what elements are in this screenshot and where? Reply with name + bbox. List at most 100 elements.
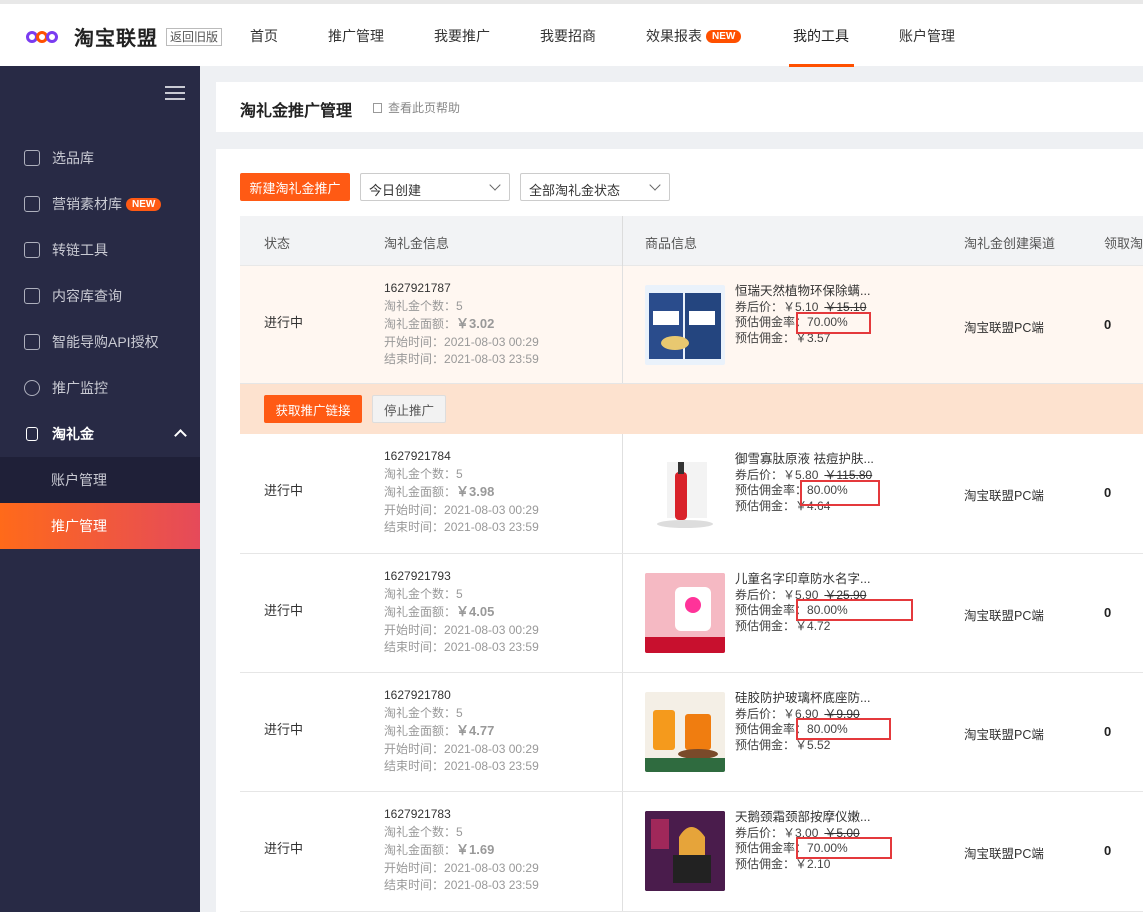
link-icon bbox=[24, 242, 40, 258]
goods-title[interactable]: 御雪寡肽原液 祛痘护肤... bbox=[735, 452, 875, 468]
gift-count: 5 bbox=[456, 586, 463, 601]
table-header: 状态 淘礼金信息 商品信息 淘礼金创建渠道 领取淘 bbox=[240, 216, 1143, 266]
date-filter-select[interactable]: 今日创建 bbox=[360, 173, 510, 201]
nav-merchant-recruit[interactable]: 我要招商 bbox=[540, 26, 596, 46]
sidebar-item-monitor[interactable]: 推广监控 bbox=[0, 365, 200, 411]
goods-title[interactable]: 天鹅颈霜颈部按摩仪嫩... bbox=[735, 810, 875, 826]
end-time-line: 结束时间：2021-08-03 23:59 bbox=[384, 877, 539, 895]
start-time-line: 开始时间：2021-08-03 00:29 bbox=[384, 860, 539, 878]
end-time-label: 结束时间： bbox=[384, 878, 445, 892]
sidebar-subitem-label: 推广管理 bbox=[51, 518, 107, 534]
column-divider bbox=[622, 554, 623, 672]
nav-home[interactable]: 首页 bbox=[250, 26, 278, 46]
column-divider bbox=[622, 216, 623, 266]
channel-text: 淘宝联盟PC端 bbox=[964, 847, 1044, 861]
sidebar: 选品库 营销素材库 NEW 转链工具 内容库查询 智能导购API授权 推广监控 淘… bbox=[0, 66, 200, 912]
gift-count: 5 bbox=[456, 824, 463, 839]
gift-count-line: 淘礼金个数：5 bbox=[384, 466, 539, 484]
table-row: 进行中 1627921793 淘礼金个数：5 淘礼金面额：￥4.05 开始时间：… bbox=[240, 554, 1143, 673]
start-time: 2021-08-03 00:29 bbox=[444, 502, 539, 517]
column-header-claimed: 领取淘 bbox=[1104, 236, 1143, 251]
gift-face-line: 淘礼金面额：￥4.77 bbox=[384, 722, 539, 741]
gift-info: 1627921783 淘礼金个数：5 淘礼金面额：￥1.69 开始时间：2021… bbox=[384, 806, 539, 895]
coupon-price-label: 券后价： bbox=[735, 825, 784, 840]
nav-promote[interactable]: 我要推广 bbox=[434, 26, 490, 46]
nav-account[interactable]: 账户管理 bbox=[899, 26, 955, 46]
end-time-line: 结束时间：2021-08-03 23:59 bbox=[384, 758, 539, 776]
get-promo-link-button[interactable]: 获取推广链接 bbox=[264, 395, 362, 423]
gift-face-value: ￥3.02 bbox=[456, 316, 495, 331]
nav-reports-label: 效果报表 bbox=[646, 28, 702, 44]
start-time-label: 开始时间： bbox=[384, 860, 445, 875]
goods-title[interactable]: 恒瑞天然植物环保除螨... bbox=[735, 284, 875, 300]
nav-my-tools[interactable]: 我的工具 bbox=[793, 26, 849, 46]
product-thumbnail[interactable] bbox=[645, 285, 725, 365]
sidebar-item-label: 内容库查询 bbox=[52, 288, 122, 304]
gift-id: 1627921783 bbox=[384, 807, 451, 821]
sidebar-item-product-library[interactable]: 选品库 bbox=[0, 135, 200, 181]
chevron-up-icon bbox=[174, 429, 187, 442]
taobao-alliance-logo-icon bbox=[26, 26, 68, 48]
gift-info: 1627921784 淘礼金个数：5 淘礼金面额：￥3.98 开始时间：2021… bbox=[384, 448, 539, 537]
old-version-link[interactable]: 返回旧版 bbox=[166, 27, 223, 46]
start-time-line: 开始时间：2021-08-03 00:29 bbox=[384, 334, 539, 352]
sidebar-item-text: 营销素材库 bbox=[52, 196, 122, 212]
product-thumbnail[interactable] bbox=[645, 573, 725, 653]
new-badge: NEW bbox=[126, 198, 162, 211]
claimed-count: 0 bbox=[1104, 317, 1112, 332]
goods-title[interactable]: 硅胶防护玻璃杯底座防... bbox=[735, 691, 875, 707]
coupon-price-label: 券后价： bbox=[735, 467, 784, 482]
status-text: 进行中 bbox=[264, 315, 304, 330]
commission-label: 预估佣金： bbox=[735, 856, 796, 871]
nav-promotion-manage[interactable]: 推广管理 bbox=[328, 26, 384, 46]
sidebar-subitem-promotion[interactable]: 推广管理 bbox=[0, 503, 200, 549]
commission-label: 预估佣金： bbox=[735, 330, 796, 345]
goods-title[interactable]: 儿童名字印章防水名字... bbox=[735, 572, 875, 588]
search-doc-icon bbox=[24, 288, 40, 304]
stop-promotion-button[interactable]: 停止推广 bbox=[372, 395, 446, 423]
channel-text: 淘宝联盟PC端 bbox=[964, 609, 1044, 623]
top-navbar: 淘宝联盟 返回旧版 首页 推广管理 我要推广 我要招商 效果报表 NEW 我的工具… bbox=[0, 0, 1143, 67]
gift-face-value: ￥4.77 bbox=[456, 723, 495, 738]
commission-label: 预估佣金： bbox=[735, 737, 796, 752]
new-promotion-button[interactable]: 新建淘礼金推广 bbox=[240, 173, 350, 201]
product-image-serum bbox=[657, 462, 713, 528]
sidebar-item-content-search[interactable]: 内容库查询 bbox=[0, 273, 200, 319]
sidebar-subitem-account[interactable]: 账户管理 bbox=[0, 457, 200, 503]
claimed-count: 0 bbox=[1104, 724, 1112, 739]
date-filter-value: 今日创建 bbox=[369, 183, 422, 198]
brand-logo[interactable]: 淘宝联盟 返回旧版 bbox=[26, 22, 223, 51]
status-text: 进行中 bbox=[264, 722, 304, 737]
end-time-line: 结束时间：2021-08-03 23:59 bbox=[384, 639, 539, 657]
product-thumbnail[interactable] bbox=[645, 454, 725, 534]
gift-face-label: 淘礼金面额： bbox=[384, 724, 457, 738]
start-time-line: 开始时间：2021-08-03 00:29 bbox=[384, 622, 539, 640]
gift-icon bbox=[26, 427, 38, 441]
start-time-label: 开始时间： bbox=[384, 334, 445, 349]
sidebar-subitem-label: 账户管理 bbox=[51, 472, 107, 488]
main-panel: 新建淘礼金推广 今日创建 全部淘礼金状态 状态 淘礼金信息 商品信息 淘礼金创建… bbox=[216, 149, 1143, 912]
claimed-count: 0 bbox=[1104, 843, 1112, 858]
chevron-down-icon bbox=[489, 179, 501, 191]
product-image-neck-massager bbox=[645, 811, 725, 891]
status-filter-select[interactable]: 全部淘礼金状态 bbox=[520, 173, 670, 201]
menu-toggle-icon[interactable] bbox=[165, 86, 185, 100]
gift-count-label: 淘礼金个数： bbox=[384, 824, 457, 839]
sidebar-item-link-converter[interactable]: 转链工具 bbox=[0, 227, 200, 273]
product-thumbnail[interactable] bbox=[645, 811, 725, 891]
column-header-status: 状态 bbox=[264, 236, 291, 251]
help-link[interactable]: 查看此页帮助 bbox=[373, 99, 460, 116]
page-header: 淘礼金推广管理 查看此页帮助 bbox=[216, 82, 1143, 132]
start-time-label: 开始时间： bbox=[384, 741, 445, 756]
product-thumbnail[interactable] bbox=[645, 692, 725, 772]
highlight-box bbox=[796, 599, 913, 621]
monitor-icon bbox=[24, 380, 40, 396]
sidebar-item-label: 营销素材库 NEW bbox=[52, 194, 162, 214]
sidebar-item-api-auth[interactable]: 智能导购API授权 bbox=[0, 319, 200, 365]
sidebar-item-gift-money[interactable]: 淘礼金 bbox=[0, 411, 200, 457]
product-image-mite-remover bbox=[649, 293, 721, 359]
sidebar-item-marketing-materials[interactable]: 营销素材库 NEW bbox=[0, 181, 200, 227]
start-time-label: 开始时间： bbox=[384, 502, 445, 517]
nav-reports[interactable]: 效果报表 NEW bbox=[646, 26, 742, 46]
commission-label: 预估佣金： bbox=[735, 498, 796, 513]
